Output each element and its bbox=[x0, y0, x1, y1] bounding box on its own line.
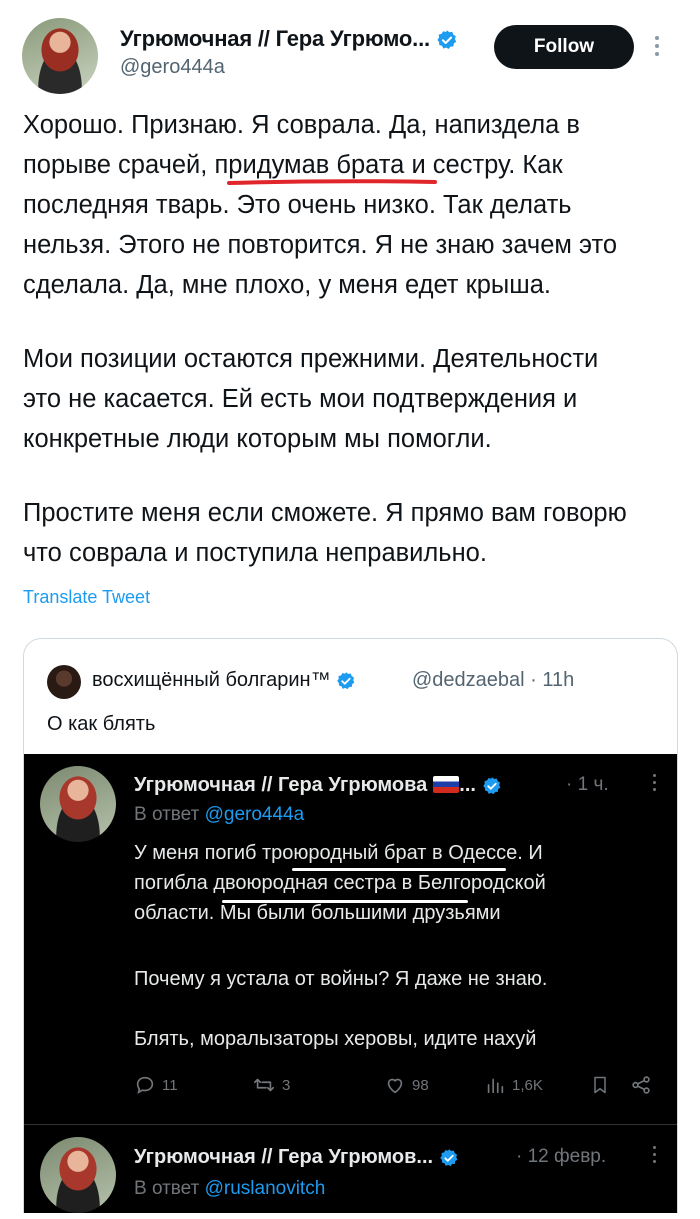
embedded-avatar bbox=[40, 766, 116, 842]
author-name[interactable]: Угрюмочная // Гера Угрюмо... bbox=[120, 26, 430, 51]
embedded-time: · 12 февр. bbox=[516, 1146, 607, 1167]
tweet-text: Хорошо. Признаю. Я соврала. Да, напиздел… bbox=[23, 105, 673, 573]
views-action: 1,6K bbox=[484, 1074, 543, 1096]
embedded-paragraph: У меня погиб троюродный брат в Одессе. И… bbox=[134, 842, 546, 924]
white-underline-annotation bbox=[292, 868, 506, 871]
quote-text: О как блять bbox=[47, 713, 156, 735]
quote-author-avatar[interactable] bbox=[47, 665, 81, 699]
bookmark-action bbox=[590, 1074, 610, 1096]
embedded-more-icon bbox=[652, 1146, 658, 1168]
embedded-action-bar: 11 3 98 1,6K bbox=[134, 1074, 654, 1104]
russian-flag-icon bbox=[433, 776, 460, 793]
share-icon bbox=[632, 1076, 650, 1094]
retweet-icon bbox=[254, 1078, 274, 1092]
reply-icon bbox=[136, 1076, 154, 1095]
views-count: 1,6K bbox=[512, 1076, 543, 1094]
bookmark-icon bbox=[594, 1076, 606, 1094]
tweet-paragraph: Хорошо. Признаю. Я соврала. Да, напиздел… bbox=[23, 111, 618, 299]
reply-action: 11 bbox=[134, 1074, 178, 1096]
reply-prefix: В ответ bbox=[134, 804, 205, 825]
quoted-tweet[interactable]: восхищённый болгарин™ @dedzaebal · 11h О… bbox=[23, 638, 678, 1213]
heart-icon bbox=[387, 1078, 403, 1094]
like-count: 98 bbox=[412, 1076, 429, 1094]
quote-author-name-row[interactable]: восхищённый болгарин™ bbox=[92, 669, 356, 692]
embedded-author-name: Угрюмочная // Гера Угрюмова bbox=[134, 774, 428, 796]
retweet-count: 3 bbox=[282, 1076, 291, 1094]
embedded-screenshot: Угрюмочная // Гера Угрюмова... · 1 ч. В … bbox=[24, 754, 677, 1213]
embedded-more-icon bbox=[652, 774, 658, 796]
author-name-row[interactable]: Угрюмочная // Гера Угрюмо... bbox=[120, 26, 458, 52]
embedded-author-name-row: Угрюмочная // Гера Угрюмов... bbox=[134, 1146, 459, 1169]
embedded-name-ellipsis: ... bbox=[459, 774, 476, 796]
like-action: 98 bbox=[384, 1074, 429, 1096]
reply-count: 11 bbox=[162, 1076, 178, 1094]
verified-badge-icon bbox=[482, 776, 500, 794]
views-bar-chart-icon bbox=[487, 1078, 504, 1094]
red-underline-annotation bbox=[227, 179, 437, 185]
divider bbox=[24, 1124, 677, 1125]
white-underline-annotation bbox=[222, 900, 468, 903]
embedded-reply-line: В ответ @gero444a bbox=[134, 804, 304, 826]
author-handle[interactable]: @gero444a bbox=[120, 56, 225, 79]
verified-badge-icon bbox=[437, 30, 456, 50]
translate-tweet-link[interactable]: Translate Tweet bbox=[23, 587, 150, 608]
reply-prefix: В ответ bbox=[134, 1178, 205, 1199]
tweet-paragraph: Мои позиции остаются прежними. Деятельно… bbox=[23, 345, 599, 453]
more-options-icon[interactable] bbox=[654, 36, 660, 60]
tweet-paragraph: Простите меня если сможете. Я прямо вам … bbox=[23, 499, 627, 567]
embedded-author-name-row: Угрюмочная // Гера Угрюмова... bbox=[134, 774, 502, 797]
retweet-action: 3 bbox=[252, 1074, 290, 1096]
quote-author-name[interactable]: восхищённый болгарин™ bbox=[92, 669, 331, 691]
embedded-paragraph: Блять, моралызаторы херовы, идите нахуй bbox=[134, 1028, 537, 1050]
quote-handle-time[interactable]: @dedzaebal · 11h bbox=[412, 669, 574, 692]
verified-badge-icon bbox=[337, 671, 355, 689]
share-action bbox=[630, 1074, 652, 1096]
verified-badge-icon bbox=[439, 1148, 458, 1166]
reply-handle: @ruslanovitch bbox=[204, 1178, 326, 1199]
embedded-author-name: Угрюмочная // Гера Угрюмов... bbox=[134, 1146, 434, 1168]
embedded-reply-line: В ответ @ruslanovitch bbox=[134, 1178, 325, 1200]
embedded-paragraph: Почему я устала от войны? Я даже не знаю… bbox=[134, 968, 548, 990]
follow-button[interactable]: Follow bbox=[494, 25, 634, 69]
embedded-avatar bbox=[40, 1137, 116, 1213]
reply-handle: @gero444a bbox=[204, 804, 305, 825]
author-avatar[interactable] bbox=[22, 18, 98, 94]
embedded-time: · 1 ч. bbox=[566, 774, 609, 795]
